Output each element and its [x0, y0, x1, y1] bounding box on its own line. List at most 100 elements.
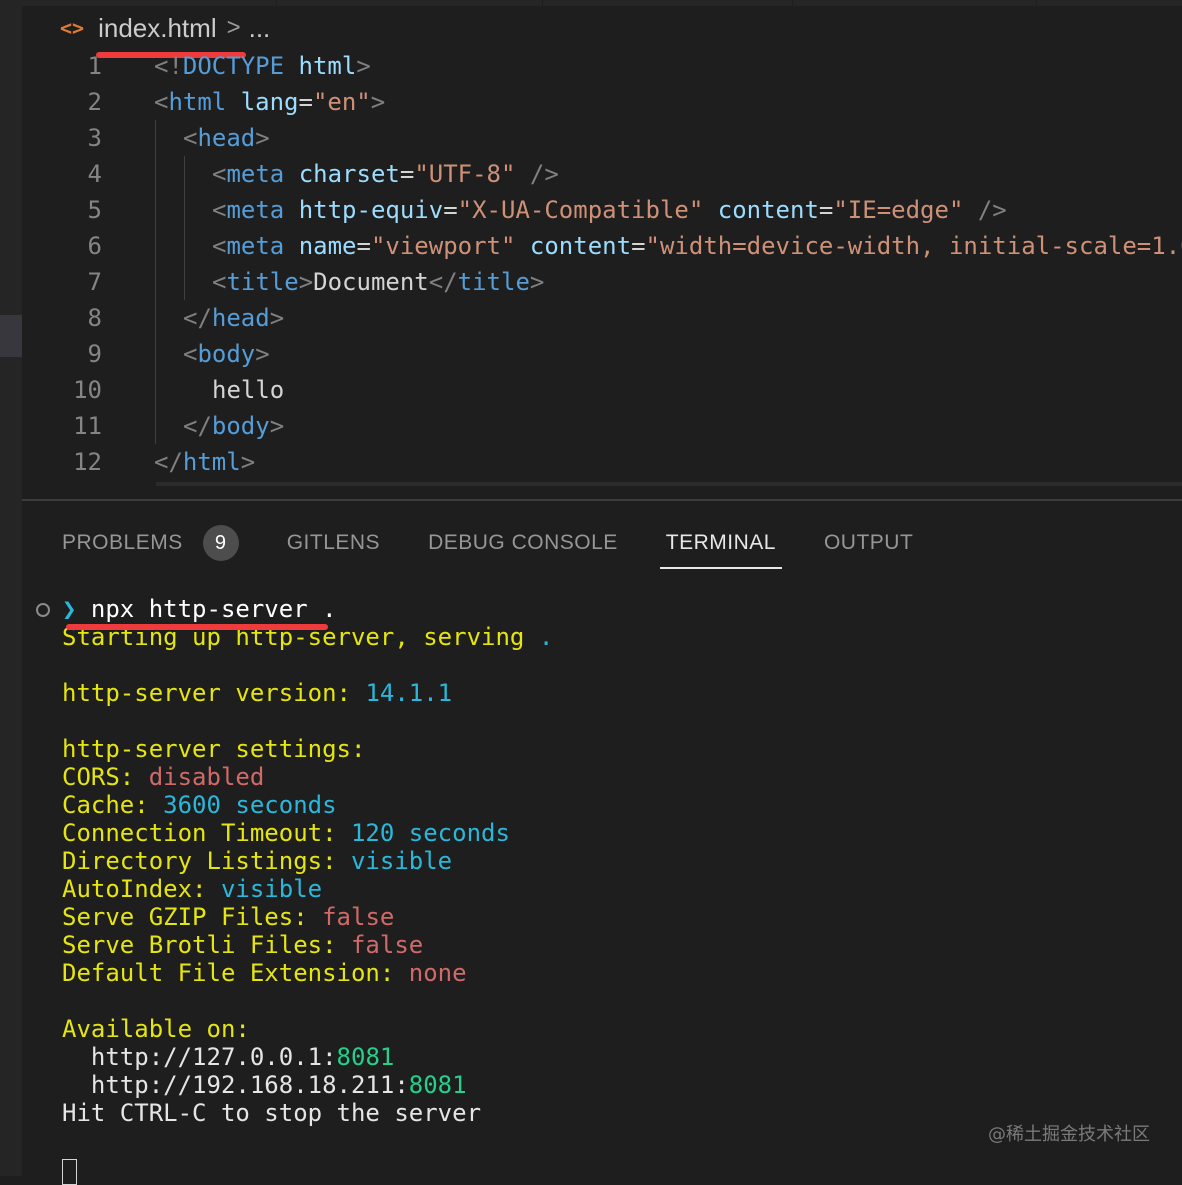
tab-debug-console[interactable]: DEBUG CONSOLE — [428, 519, 618, 567]
code-line[interactable]: 2 <html lang="en"> — [22, 84, 1182, 120]
terminal-text: false — [322, 903, 395, 931]
line-number: 9 — [87, 340, 102, 368]
code-token: </ — [428, 268, 458, 296]
code-token: < — [212, 268, 227, 296]
code-token: "viewport" — [370, 232, 516, 260]
code-text: </body> — [183, 408, 284, 444]
tab-gitlens[interactable]: GITLENS — [287, 519, 380, 567]
terminal-line: AutoIndex: visible — [62, 875, 322, 903]
code-line[interactable]: 4 <meta charset="UTF-8" /> — [22, 156, 1182, 192]
code-text: <html lang="en"> — [154, 84, 385, 120]
code-text: <head> — [183, 120, 270, 156]
line-number: 5 — [87, 196, 102, 224]
chevron-right-icon: > — [226, 14, 241, 41]
code-token: < — [183, 124, 198, 152]
code-line[interactable]: 1 <!DOCTYPE html> — [22, 48, 1182, 84]
terminal-line: http-server version: 14.1.1 — [62, 679, 452, 707]
tab-label: PROBLEMS — [62, 531, 183, 554]
command-status-icon[interactable] — [36, 603, 50, 617]
tab-terminal[interactable]: TERMINAL — [659, 519, 783, 569]
code-line[interactable]: 10 hello — [22, 372, 1182, 408]
code-text: <meta http-equiv="X-UA-Compatible" conte… — [212, 192, 1007, 228]
code-token: meta — [226, 232, 285, 260]
code-token: charset — [298, 160, 400, 188]
line-number: 10 — [73, 376, 102, 404]
code-token: head — [197, 124, 256, 152]
code-token: < — [212, 160, 227, 188]
code-token: html — [168, 88, 227, 116]
code-editor[interactable]: 1 <!DOCTYPE html> 2 <html lang="en"> 3 <head>… — [22, 48, 1182, 498]
code-line[interactable]: 8 </head> — [22, 300, 1182, 336]
watermark: @稀土掘金技术社区 — [988, 1124, 1150, 1145]
tab-output[interactable]: OUTPUT — [824, 519, 913, 567]
code-token: title — [457, 268, 530, 296]
terminal-line: Directory Listings: visible — [62, 847, 452, 875]
code-token: html — [298, 52, 357, 80]
line-number: 6 — [87, 232, 102, 260]
code-token: name — [298, 232, 357, 260]
terminal-line: Cache: 3600 seconds — [62, 791, 337, 819]
indent-guide — [184, 156, 185, 300]
breadcrumb[interactable]: <> index.html > ... — [60, 10, 270, 46]
tab-problems[interactable]: PROBLEMS 9 — [62, 519, 239, 567]
breadcrumb-file[interactable]: index.html — [98, 13, 217, 44]
code-line[interactable]: 5 <meta http-equiv="X-UA-Compatible" cont… — [22, 192, 1182, 228]
code-line[interactable]: 6 <meta name="viewport" content="width=de… — [22, 228, 1182, 264]
code-token: meta — [226, 160, 285, 188]
terminal-text: Cache: — [62, 791, 164, 819]
terminal-line: Hit CTRL-C to stop the server — [62, 1099, 481, 1127]
terminal-prompt-line: ❯ npx http-server . — [36, 595, 337, 623]
terminal-text: http-server version: — [62, 679, 366, 707]
code-token: </ — [183, 412, 212, 440]
code-token: > — [240, 448, 256, 476]
tab-label: DEBUG CONSOLE — [428, 531, 618, 554]
terminal-text: Default File Extension: — [62, 959, 409, 987]
code-text: <meta name="viewport" content="width=dev… — [212, 228, 1182, 264]
terminal-text: disabled — [148, 763, 265, 791]
breadcrumb-more[interactable]: ... — [249, 13, 271, 44]
terminal-text: 120 seconds — [350, 819, 510, 847]
code-line[interactable]: 11 </body> — [22, 408, 1182, 444]
prompt-arrow-icon: ❯ — [62, 595, 91, 623]
activity-active-indicator — [0, 315, 22, 357]
editor-horizontal-scroll[interactable] — [22, 482, 1182, 500]
terminal-text: Available on: — [62, 1015, 250, 1043]
code-line[interactable]: 12 </html> — [22, 444, 1182, 480]
code-token: = — [631, 232, 646, 260]
code-token: < — [183, 340, 198, 368]
code-token: > — [529, 268, 545, 296]
terminal-text: none — [408, 959, 467, 987]
command-highlight — [66, 624, 328, 630]
code-token: "en" — [312, 88, 371, 116]
code-token: body — [197, 340, 256, 368]
code-token: = — [356, 232, 371, 260]
code-token: > — [370, 88, 386, 116]
code-token: < — [212, 232, 227, 260]
terminal-text: . — [538, 623, 554, 651]
code-token: > — [269, 304, 285, 332]
terminal-line: Connection Timeout: 120 seconds — [62, 819, 510, 847]
code-token: = — [818, 196, 834, 224]
editor-tab-bar — [22, 0, 1182, 6]
tab-label: GITLENS — [286, 531, 381, 554]
code-token: = — [298, 88, 313, 116]
code-token: hello — [212, 376, 285, 404]
terminal-text: 8081 — [408, 1071, 467, 1099]
terminal-text: AutoIndex: — [62, 875, 221, 903]
code-text: <title>Document</title> — [212, 264, 544, 300]
code-line[interactable]: 7 <title>Document</title> — [22, 264, 1182, 300]
code-token: body — [211, 412, 270, 440]
code-line[interactable]: 9 <body> — [22, 336, 1182, 372]
code-text: hello — [212, 372, 284, 408]
bottom-panel: PROBLEMS 9 GITLENS DEBUG CONSOLE TERMINAL OUT… — [22, 501, 1182, 1185]
code-token: > — [269, 412, 285, 440]
terminal-text: Connection Timeout: — [62, 819, 351, 847]
code-line[interactable]: 3 <head> — [22, 120, 1182, 156]
terminal-text: visible — [350, 847, 453, 875]
code-token: < — [154, 88, 169, 116]
